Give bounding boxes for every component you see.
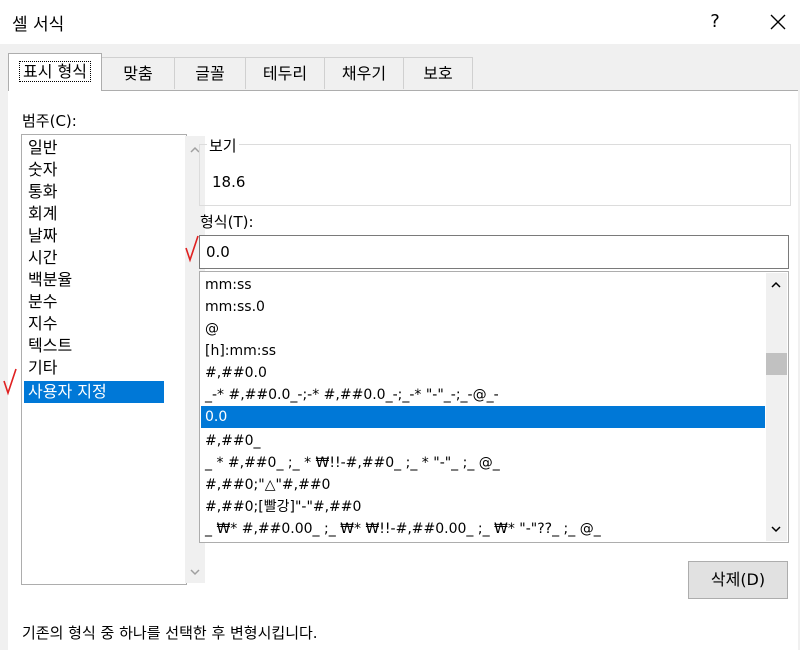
category-item-selected[interactable]: 사용자 지정 bbox=[24, 381, 164, 403]
help-button[interactable]: ? bbox=[700, 8, 730, 36]
format-list[interactable]: mm:ss mm:ss.0 @ [h]:mm:ss #,##0.0 _-* #,… bbox=[199, 271, 789, 543]
format-cells-dialog: 셀 서식 ? 표시 형식 맞춤 글꼴 테두리 채우기 보호 범주(C): 일반 … bbox=[0, 0, 800, 650]
category-list[interactable]: 일반 숫자 통화 회계 날짜 시간 백분율 분수 지수 텍스트 기타 사용자 지… bbox=[21, 134, 205, 585]
red-check-mark-icon bbox=[3, 368, 17, 396]
tab-protection[interactable]: 보호 bbox=[403, 57, 473, 89]
preview-group bbox=[199, 144, 791, 206]
delete-button[interactable]: 삭제(D) bbox=[688, 561, 788, 599]
format-item[interactable]: @ bbox=[201, 318, 765, 340]
category-label: 범주(C): bbox=[22, 112, 77, 130]
category-item[interactable]: 숫자 bbox=[24, 159, 164, 181]
format-item[interactable]: [h]:mm:ss bbox=[201, 340, 765, 362]
category-item[interactable]: 텍스트 bbox=[24, 335, 164, 357]
preview-value: 18.6 bbox=[212, 173, 246, 191]
preview-label: 보기 bbox=[207, 135, 239, 156]
red-check-mark-icon bbox=[185, 235, 199, 263]
scroll-thumb[interactable] bbox=[766, 353, 787, 375]
close-button[interactable] bbox=[760, 6, 796, 38]
category-item[interactable]: 기타 bbox=[24, 357, 164, 379]
scroll-down-icon[interactable] bbox=[770, 523, 782, 535]
format-item[interactable]: #,##0_ bbox=[201, 430, 765, 452]
title-bar: 셀 서식 ? bbox=[0, 0, 800, 44]
description-text: 기존의 형식 중 하나를 선택한 후 변형시킵니다. bbox=[22, 624, 318, 642]
category-item[interactable]: 회계 bbox=[24, 203, 164, 225]
category-item[interactable]: 지수 bbox=[24, 313, 164, 335]
tab-border[interactable]: 테두리 bbox=[245, 57, 325, 89]
tab-number-format[interactable]: 표시 형식 bbox=[8, 53, 102, 91]
scroll-down-icon[interactable] bbox=[189, 566, 201, 578]
format-item-selected[interactable]: 0.0 bbox=[201, 406, 765, 428]
format-item[interactable]: mm:ss.0 bbox=[201, 296, 765, 318]
format-scrollbar[interactable] bbox=[766, 273, 787, 541]
scroll-up-icon[interactable] bbox=[770, 279, 782, 291]
format-item[interactable]: #,##0;"△"#,##0 bbox=[201, 474, 765, 496]
tab-strip: 표시 형식 맞춤 글꼴 테두리 채우기 보호 bbox=[8, 53, 798, 91]
category-item[interactable]: 분수 bbox=[24, 291, 164, 313]
category-item[interactable]: 일반 bbox=[24, 137, 164, 159]
tab-font[interactable]: 글꼴 bbox=[174, 57, 246, 89]
category-item[interactable]: 날짜 bbox=[24, 225, 164, 247]
tab-alignment[interactable]: 맞춤 bbox=[101, 57, 175, 89]
format-item[interactable]: _-* #,##0.0_-;-* #,##0.0_-;_-* "-"_-;_-@… bbox=[201, 384, 765, 406]
format-item[interactable]: _ ₩* #,##0.00_ ;_ ₩* ₩!!-#,##0.00_ ;_ ₩*… bbox=[201, 518, 765, 540]
dialog-title: 셀 서식 bbox=[12, 15, 65, 35]
close-icon bbox=[770, 14, 786, 30]
format-item[interactable]: mm:ss bbox=[201, 274, 765, 296]
category-item[interactable]: 백분율 bbox=[24, 269, 164, 291]
format-item[interactable]: _ * #,##0_ ;_ * ₩!!-#,##0_ ;_ * "-"_ ;_ … bbox=[201, 452, 765, 474]
tab-label: 표시 형식 bbox=[19, 61, 91, 82]
tab-fill[interactable]: 채우기 bbox=[324, 57, 404, 89]
format-type-input[interactable]: 0.0 bbox=[199, 235, 789, 269]
category-item[interactable]: 통화 bbox=[24, 181, 164, 203]
category-item[interactable]: 시간 bbox=[24, 247, 164, 269]
format-item[interactable]: #,##0.0 bbox=[201, 362, 765, 384]
format-item[interactable]: #,##0;[빨강]"-"#,##0 bbox=[201, 496, 765, 518]
format-type-label: 형식(T): bbox=[200, 213, 254, 231]
